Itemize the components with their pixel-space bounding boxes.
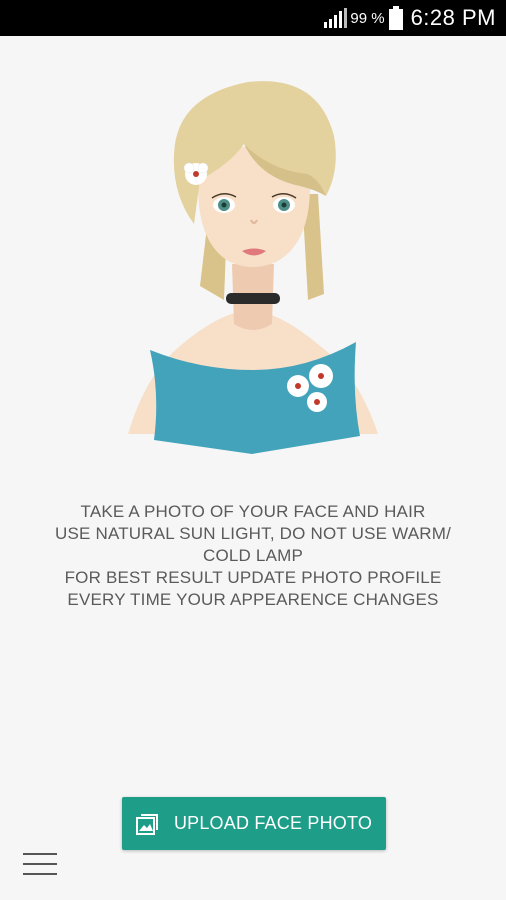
status-indicators: 99 % 6:28 PM — [323, 0, 496, 36]
woman-portrait-illustration — [128, 81, 378, 454]
battery-icon — [388, 6, 403, 30]
instruction-line: TAKE A PHOTO OF YOUR FACE AND HAIR — [80, 502, 426, 521]
instructions-text: TAKE A PHOTO OF YOUR FACE AND HAIR USE N… — [0, 501, 506, 611]
instruction-line: COLD LAMP — [202, 546, 304, 565]
gallery-icon — [135, 813, 158, 835]
choker — [226, 293, 280, 304]
upload-button-label: UPLOAD FACE PHOTO — [173, 813, 373, 833]
instruction-line: EVERY TIME YOUR APPEARENCE CHANGES — [67, 590, 439, 609]
clock: 6:28 PM — [410, 5, 496, 30]
status-bar: 99 % 6:28 PM — [0, 0, 506, 36]
signal-icon — [324, 8, 348, 28]
battery-percent: 99 % — [350, 9, 385, 27]
instruction-line: USE NATURAL SUN LIGHT, DO NOT USE WARM/ — [54, 524, 451, 543]
upload-face-photo-button[interactable]: UPLOAD FACE PHOTO — [122, 797, 386, 850]
hamburger-menu-icon[interactable] — [23, 850, 57, 878]
instruction-line: FOR BEST RESULT UPDATE PHOTO PROFILE — [64, 568, 442, 587]
